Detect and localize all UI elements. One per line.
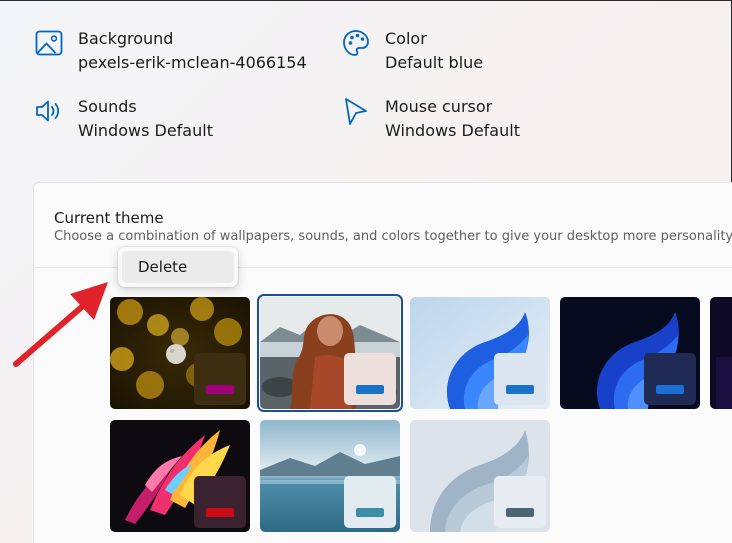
theme-color-swatch: [494, 353, 546, 405]
background-value: pexels-erik-mclean-4066154: [78, 53, 307, 72]
background-setting[interactable]: Background pexels-erik-mclean-4066154: [34, 27, 307, 75]
theme-tile-windows-dark[interactable]: [560, 297, 700, 409]
theme-color-swatch: [644, 353, 696, 405]
color-setting[interactable]: Color Default blue: [341, 27, 483, 75]
current-theme-title: Current theme: [54, 209, 164, 227]
theme-tile-partial[interactable]: [710, 297, 732, 409]
mouse-cursor-setting[interactable]: Mouse cursor Windows Default: [341, 95, 520, 143]
theme-tile-custom-photo[interactable]: [260, 297, 400, 409]
image-icon: [34, 28, 64, 58]
annotation-arrow-icon: [13, 282, 108, 367]
sounds-label: Sounds: [78, 97, 137, 116]
background-label: Background: [78, 29, 174, 48]
delete-menu-item[interactable]: Delete: [122, 251, 234, 283]
partial-theme-thumbnail: [710, 297, 732, 409]
theme-color-swatch: [494, 476, 546, 528]
current-theme-subtitle: Choose a combination of wallpapers, soun…: [54, 229, 732, 244]
theme-color-swatch: [344, 353, 396, 405]
color-label: Color: [385, 29, 427, 48]
theme-tile-captured-motion[interactable]: [260, 420, 400, 532]
theme-color-swatch: [194, 476, 246, 528]
context-menu: Delete: [118, 247, 238, 287]
theme-tile-bokeh-moon[interactable]: [110, 297, 250, 409]
theme-color-swatch: [194, 353, 246, 405]
sounds-setting[interactable]: Sounds Windows Default: [34, 95, 213, 143]
speaker-icon: [34, 96, 64, 126]
cursor-icon: [341, 96, 371, 126]
mouse-cursor-value: Windows Default: [385, 121, 520, 140]
theme-tile-windows-light[interactable]: [410, 297, 550, 409]
mouse-cursor-label: Mouse cursor: [385, 97, 493, 116]
theme-color-swatch: [344, 476, 396, 528]
color-value: Default blue: [385, 53, 484, 72]
palette-icon: [341, 28, 371, 58]
theme-tile-glow[interactable]: [110, 420, 250, 532]
theme-tile-flow[interactable]: [410, 420, 550, 532]
sounds-value: Windows Default: [78, 121, 213, 140]
